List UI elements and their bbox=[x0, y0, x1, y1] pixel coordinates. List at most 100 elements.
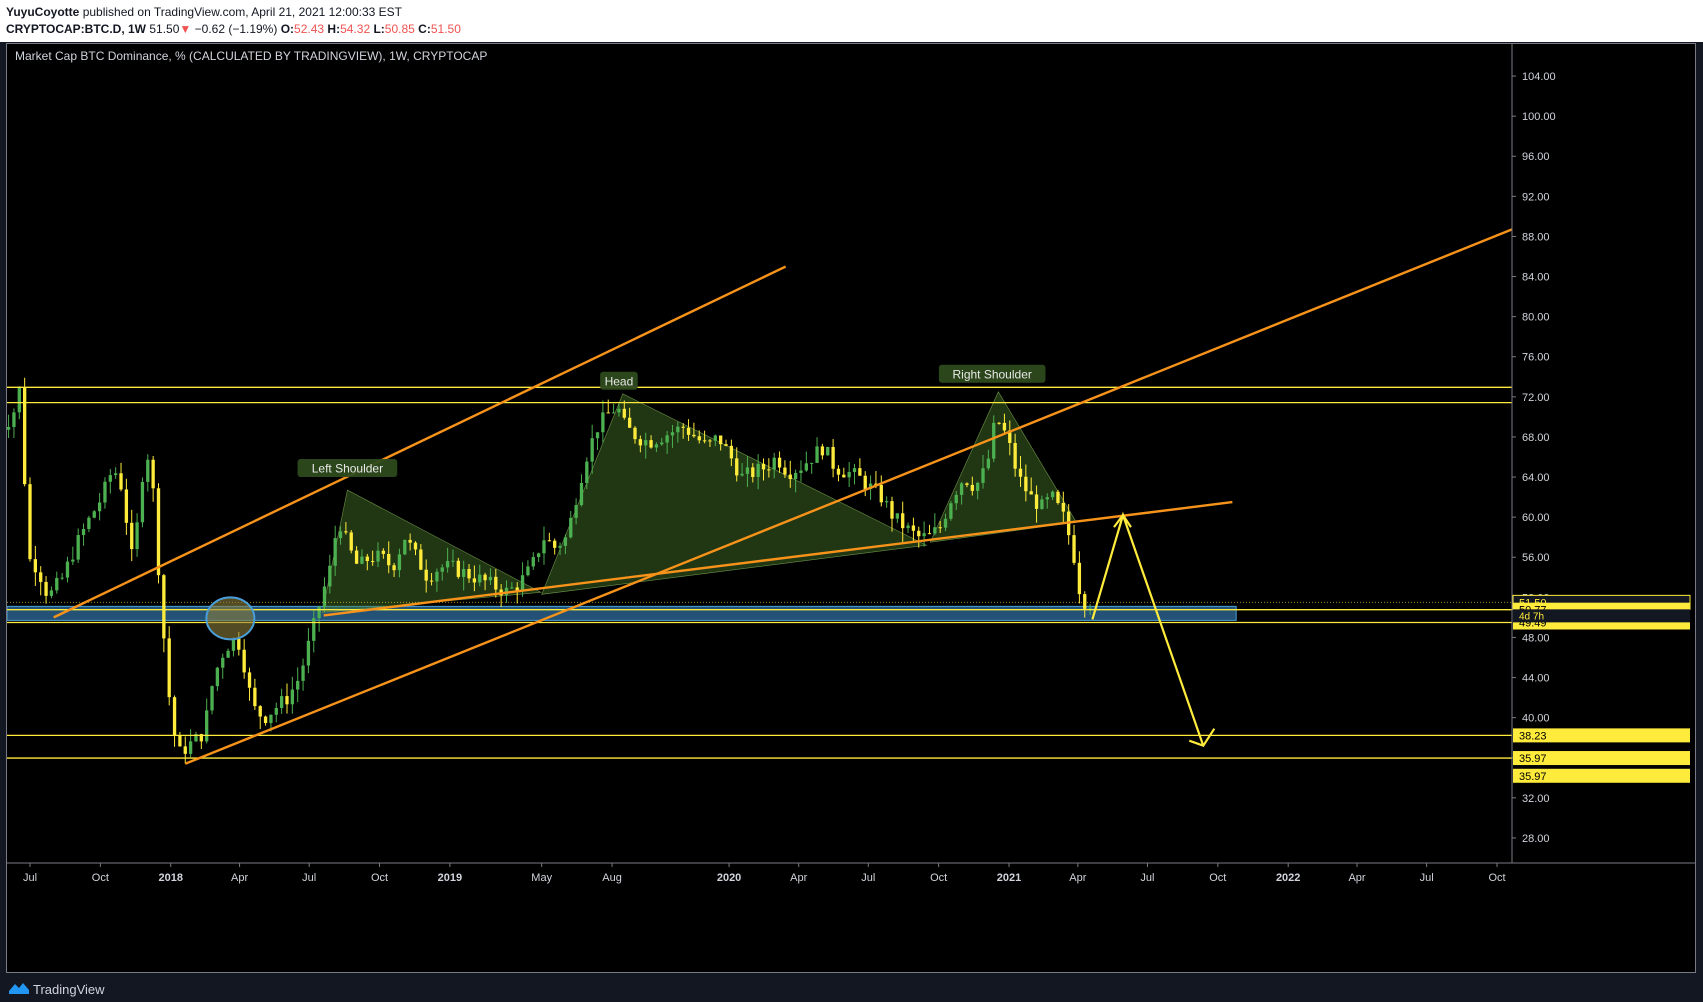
candle-down bbox=[917, 530, 921, 537]
candle-down bbox=[858, 468, 862, 476]
candle-down bbox=[606, 412, 610, 414]
x-tick-label: 2022 bbox=[1276, 872, 1300, 884]
support-circle bbox=[205, 596, 256, 641]
y-tick-label: 92.00 bbox=[1522, 191, 1550, 203]
candle-up bbox=[563, 537, 568, 546]
close-label: C: bbox=[418, 22, 431, 36]
tradingview-logo-icon[interactable] bbox=[8, 980, 30, 996]
candle-up bbox=[403, 539, 407, 555]
projection-arrow-path bbox=[1091, 511, 1205, 747]
candle-up bbox=[665, 435, 669, 443]
candle-up bbox=[1050, 491, 1055, 498]
price-tag-label: 38.23 bbox=[1519, 730, 1547, 742]
tradingview-brand[interactable]: TradingView bbox=[33, 982, 105, 997]
x-tick-label: Oct bbox=[930, 872, 947, 884]
candle-down bbox=[970, 484, 974, 491]
candle-up bbox=[445, 561, 450, 568]
candle-down bbox=[686, 427, 691, 435]
price-change: −0.62 (−1.19%) bbox=[194, 22, 278, 36]
x-tick-label: Apr bbox=[1348, 872, 1365, 884]
candle-up bbox=[906, 525, 910, 529]
candle-down bbox=[419, 549, 423, 570]
candle-down bbox=[1002, 422, 1007, 431]
candle-up bbox=[274, 707, 278, 715]
x-tick-label: 2021 bbox=[997, 872, 1021, 884]
candle-down bbox=[777, 457, 782, 468]
candle-up bbox=[296, 680, 300, 690]
candle-up bbox=[922, 533, 926, 537]
candle-up bbox=[12, 412, 16, 427]
candle-down bbox=[28, 484, 32, 560]
candle-down bbox=[638, 439, 643, 446]
candle-up bbox=[60, 577, 64, 579]
candle-up bbox=[55, 577, 59, 591]
y-tick-label: 96.00 bbox=[1522, 151, 1550, 163]
candle-up bbox=[92, 511, 96, 518]
candle-up bbox=[611, 412, 616, 414]
candle-up bbox=[226, 650, 230, 658]
candle-up bbox=[135, 522, 139, 550]
candle-down bbox=[1013, 443, 1017, 469]
candle-down bbox=[162, 575, 166, 639]
open-label: O: bbox=[280, 22, 295, 36]
candle-down bbox=[1083, 594, 1087, 609]
candle-down bbox=[285, 696, 289, 705]
x-tick-label: May bbox=[531, 872, 552, 884]
candle-up bbox=[670, 432, 675, 436]
candle-up bbox=[301, 665, 305, 681]
lower-channel-line bbox=[184, 228, 1513, 765]
candle-up bbox=[558, 545, 562, 548]
candle-down bbox=[167, 638, 171, 698]
candle-up bbox=[87, 517, 91, 530]
candle-down bbox=[938, 527, 942, 529]
candle-up bbox=[772, 457, 776, 470]
author-name[interactable]: YuyuCoyotte bbox=[6, 5, 79, 19]
candle-up bbox=[981, 468, 985, 483]
candle-down bbox=[354, 550, 359, 564]
candle-up bbox=[740, 473, 744, 476]
x-tick-label: Apr bbox=[790, 872, 807, 884]
candle-down bbox=[681, 426, 685, 428]
candle-up bbox=[644, 440, 648, 446]
x-tick-label: Oct bbox=[371, 872, 388, 884]
candle-up bbox=[188, 741, 193, 754]
price-chart[interactable]: Market Cap BTC Dominance, % (CALCULATED … bbox=[7, 44, 1695, 972]
candle-up bbox=[488, 576, 493, 581]
candle-up bbox=[569, 517, 573, 538]
candle-down bbox=[965, 483, 969, 485]
candle-down bbox=[22, 387, 27, 485]
candle-down bbox=[156, 488, 161, 576]
candle-up bbox=[976, 482, 980, 491]
candle-down bbox=[344, 531, 348, 533]
candle-down bbox=[831, 446, 835, 469]
x-tick-label: Jul bbox=[1420, 872, 1434, 884]
candle-up bbox=[17, 387, 21, 413]
candle-up bbox=[360, 556, 364, 564]
candle-down bbox=[890, 501, 894, 519]
candle-up bbox=[520, 575, 525, 591]
candle-down bbox=[237, 638, 241, 650]
publish-header: YuyuCoyotte published on TradingView.com… bbox=[0, 0, 1703, 42]
candle-up bbox=[992, 422, 996, 459]
candle-down bbox=[33, 559, 38, 573]
candle-down bbox=[247, 672, 252, 688]
candle-up bbox=[435, 571, 439, 582]
candle-down bbox=[424, 569, 428, 581]
y-tick-label: 104.00 bbox=[1522, 71, 1556, 83]
candle-down bbox=[1077, 562, 1082, 595]
candle-down bbox=[119, 473, 123, 490]
candle-down bbox=[429, 580, 434, 582]
candle-up bbox=[221, 657, 225, 668]
x-tick-label: Jul bbox=[302, 872, 316, 884]
candle-up bbox=[108, 475, 112, 482]
candle-down bbox=[842, 474, 846, 478]
candle-down bbox=[387, 553, 391, 566]
candle-up bbox=[949, 503, 953, 519]
candle-up bbox=[205, 710, 209, 742]
candle-up bbox=[306, 640, 311, 666]
candle-up bbox=[713, 435, 717, 441]
candle-up bbox=[660, 442, 664, 445]
chart-area[interactable]: Market Cap BTC Dominance, % (CALCULATED … bbox=[6, 43, 1696, 973]
high-label: H: bbox=[327, 22, 341, 36]
candle-down bbox=[44, 581, 48, 596]
